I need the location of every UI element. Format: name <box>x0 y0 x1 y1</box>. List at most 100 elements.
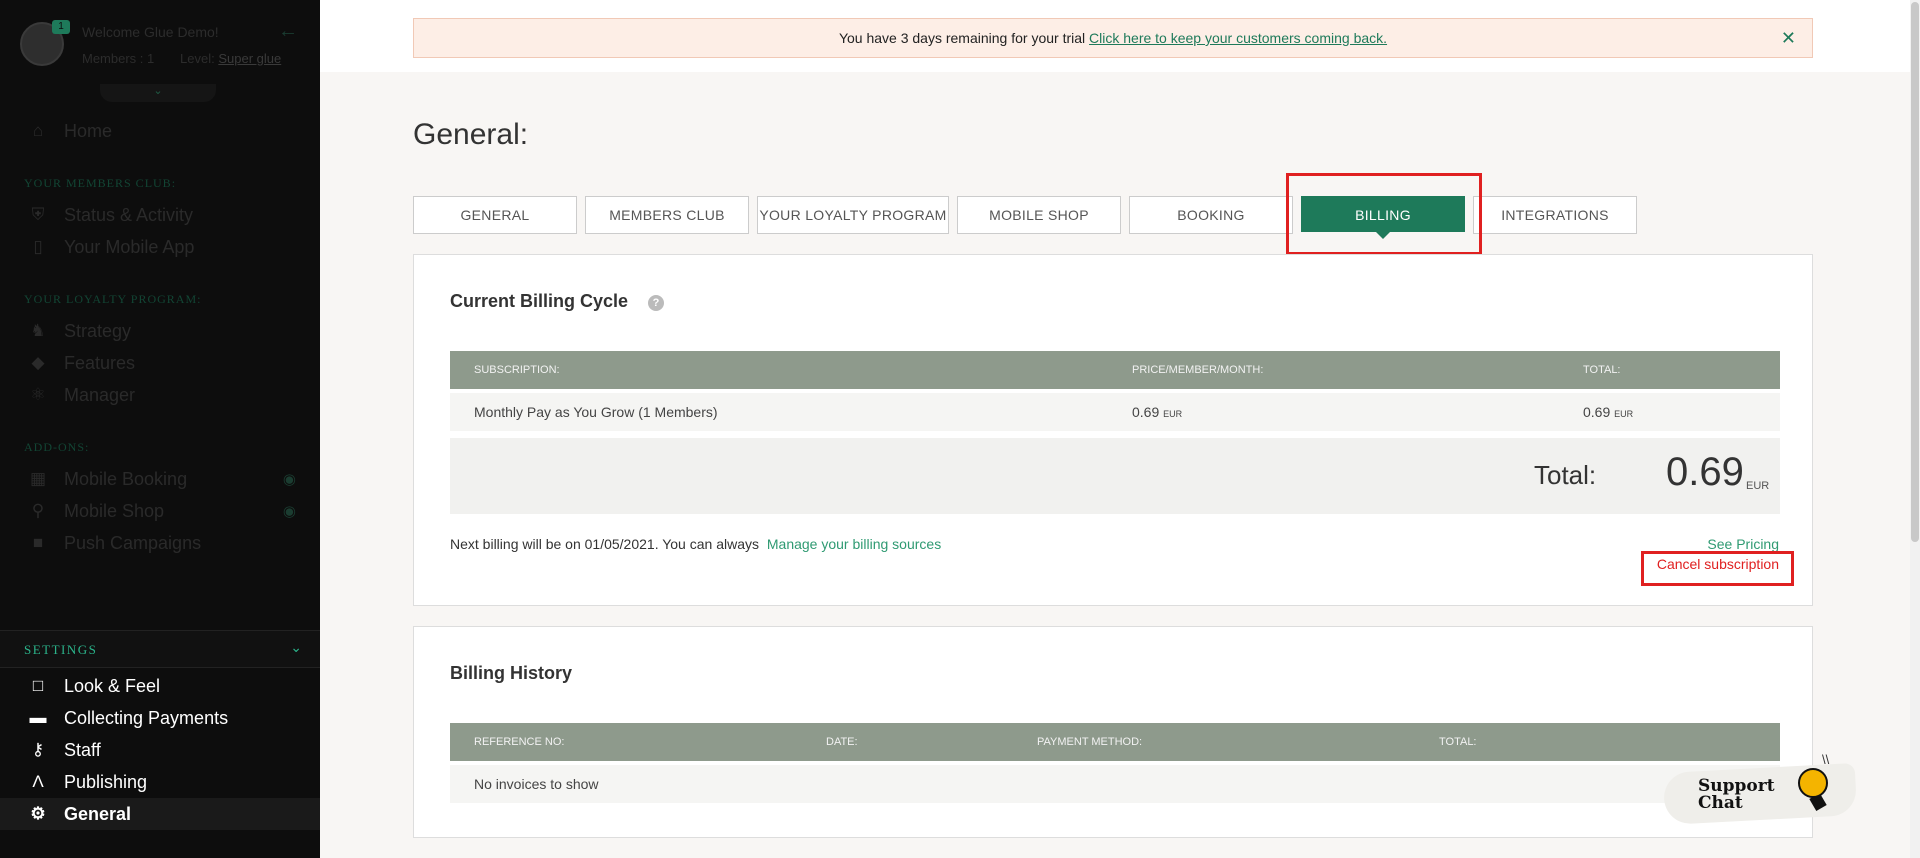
scrollbar-thumb[interactable] <box>1911 2 1919 542</box>
sidebar-item-label: Collecting Payments <box>64 707 229 728</box>
sidebar-item-label: Mobile Shop <box>64 500 165 521</box>
calendar-icon: ▦ <box>29 469 47 488</box>
tab-members-club[interactable]: MEMBERS CLUB <box>585 196 749 234</box>
section-members-club: YOUR MEMBERS CLUB: <box>24 176 177 190</box>
welcome-text: Welcome Glue Demo! <box>82 24 219 40</box>
sidebar-item-staff[interactable]: ⚷ Staff <box>0 734 320 766</box>
total-currency: EUR <box>1614 409 1634 419</box>
total-amount-large: 0.69 <box>1666 450 1744 494</box>
support-chat-line2: Chat <box>1698 793 1743 813</box>
sidebar-item-publishing[interactable]: Λ Publishing <box>0 766 320 798</box>
support-chat-label[interactable]: Support Chat <box>1698 778 1775 812</box>
sidebar-item-strategy[interactable]: ♞ Strategy <box>0 315 320 347</box>
credit-card-icon: ▬ <box>29 708 47 727</box>
tab-loyalty-program[interactable]: YOUR LOYALTY PROGRAM <box>757 196 949 234</box>
home-icon: ⌂ <box>32 121 44 140</box>
sidebar-item-label: Staff <box>64 739 101 760</box>
tab-general[interactable]: GENERAL <box>413 196 577 234</box>
help-icon[interactable]: ? <box>648 295 664 311</box>
col-total: TOTAL: <box>1583 364 1621 376</box>
tag-icon: ◆ <box>31 353 45 372</box>
sidebar-item-general[interactable]: ⚙ General <box>0 798 320 830</box>
price-value: 0.69 EUR <box>1132 404 1182 420</box>
sidebar-item-status-activity[interactable]: ⛨ Status & Activity <box>0 199 320 231</box>
sidebar-item-label: Publishing <box>64 771 148 792</box>
price-currency: EUR <box>1163 409 1183 419</box>
sidebar-item-features[interactable]: ◆ Features <box>0 347 320 379</box>
eye-icon[interactable]: ◉ <box>283 502 296 520</box>
settings-label: SETTINGS <box>24 642 98 657</box>
table-row: Monthly Pay as You Grow (1 Members) 0.69… <box>450 393 1780 431</box>
chevron-down-icon[interactable]: ⌄ <box>100 84 216 102</box>
highlight-box-cancel <box>1641 551 1794 586</box>
total-currency-large: EUR <box>1746 480 1770 492</box>
shield-icon: ⛨ <box>31 205 45 224</box>
trial-text: You have 3 days remaining for your trial <box>838 30 1086 46</box>
sidebar-item-mobile-app[interactable]: ▯ Your Mobile App <box>0 231 320 263</box>
tab-integrations[interactable]: INTEGRATIONS <box>1473 196 1637 234</box>
col-total: TOTAL: <box>1439 736 1477 748</box>
total-summary: Total: 0.69 EUR <box>450 438 1780 514</box>
trial-link[interactable]: Click here to keep your customers coming… <box>1089 30 1387 46</box>
notification-badge: 1 <box>52 20 70 34</box>
see-pricing-link[interactable]: See Pricing <box>1707 536 1779 552</box>
sidebar-item-label: Strategy <box>64 320 132 341</box>
sidebar-item-look-feel[interactable]: □ Look & Feel <box>0 670 320 702</box>
next-billing-date: Next billing will be on 01/05/2021. You … <box>450 536 759 552</box>
sidebar-item-label: Status & Activity <box>64 204 194 225</box>
eye-icon[interactable]: ◉ <box>283 470 296 488</box>
total-value: 0.69 EUR <box>1583 404 1633 420</box>
sidebar-item-label: Features <box>64 352 136 373</box>
sidebar-item-push-campaigns[interactable]: ■ Push Campaigns <box>0 527 320 559</box>
lightbulb-icon <box>1798 768 1828 798</box>
sidebar-item-label: Manager <box>64 384 136 405</box>
sidebar-item-manager[interactable]: ⚛ Manager <box>0 379 320 411</box>
empty-state-text: No invoices to show <box>474 776 599 792</box>
sidebar-item-label: Mobile Booking <box>64 468 188 489</box>
highlight-box-billing <box>1286 173 1482 255</box>
collapse-arrow-icon[interactable]: ← <box>278 20 298 43</box>
publish-icon: Λ <box>32 772 44 791</box>
sidebar-header: 1 Welcome Glue Demo! Members : 1 Level: … <box>0 0 320 102</box>
chess-icon: ♞ <box>30 321 46 340</box>
billing-cycle-table-header: SUBSCRIPTION: PRICE/MEMBER/MONTH: TOTAL: <box>450 351 1780 389</box>
lightbulb-rays-icon: \\ <box>1822 752 1830 767</box>
billing-cycle-title: Current Billing Cycle <box>450 291 629 311</box>
members-value: 1 <box>147 51 155 66</box>
sidebar-item-mobile-booking[interactable]: ▦ Mobile Booking ◉ <box>0 463 320 495</box>
billing-history-table-header: REFERENCE NO: DATE: PAYMENT METHOD: TOTA… <box>450 723 1780 761</box>
key-icon: ⚷ <box>31 740 45 759</box>
sidebar-item-home[interactable]: ⌂ Home <box>0 115 320 147</box>
table-row: No invoices to show <box>450 765 1780 803</box>
cart-icon: ⚲ <box>31 501 45 520</box>
level-link[interactable]: Super glue <box>218 51 281 66</box>
col-payment-method: PAYMENT METHOD: <box>1037 736 1143 748</box>
billing-history-card: Billing History REFERENCE NO: DATE: PAYM… <box>413 626 1813 838</box>
settings-toggle[interactable]: SETTINGS ⌄ <box>0 630 320 668</box>
page-title: General: <box>413 118 529 151</box>
sidebar-item-label: Push Campaigns <box>64 532 202 553</box>
mobile-icon: ▯ <box>33 237 43 256</box>
atom-icon: ⚛ <box>30 385 46 404</box>
tab-booking[interactable]: BOOKING <box>1129 196 1293 234</box>
sidebar: 1 Welcome Glue Demo! Members : 1 Level: … <box>0 0 320 858</box>
section-add-ons: ADD-ONS: <box>24 440 90 454</box>
sidebar-item-collecting-payments[interactable]: ▬ Collecting Payments <box>0 702 320 734</box>
tab-mobile-shop[interactable]: MOBILE SHOP <box>957 196 1121 234</box>
paint-roller-icon: □ <box>32 676 44 695</box>
section-loyalty-program: YOUR LOYALTY PROGRAM: <box>24 292 202 306</box>
total-amount: 0.69 <box>1583 404 1611 420</box>
chevron-down-icon: ⌄ <box>290 639 302 655</box>
trial-banner: You have 3 days remaining for your trial… <box>413 18 1813 58</box>
sidebar-item-label: Home <box>64 120 113 141</box>
chat-icon: ■ <box>32 533 44 552</box>
manage-billing-link[interactable]: Manage your billing sources <box>767 536 941 552</box>
sidebar-item-mobile-shop[interactable]: ⚲ Mobile Shop ◉ <box>0 495 320 527</box>
level-info: Level: Super glue <box>180 51 281 66</box>
col-reference: REFERENCE NO: <box>474 736 565 748</box>
close-icon[interactable]: ✕ <box>1781 19 1796 57</box>
next-billing-text: Next billing will be on 01/05/2021. You … <box>450 536 941 552</box>
sidebar-item-label: General <box>64 803 132 824</box>
sidebar-item-label: Look & Feel <box>64 675 161 696</box>
billing-cycle-card: Current Billing Cycle ? SUBSCRIPTION: PR… <box>413 254 1813 606</box>
